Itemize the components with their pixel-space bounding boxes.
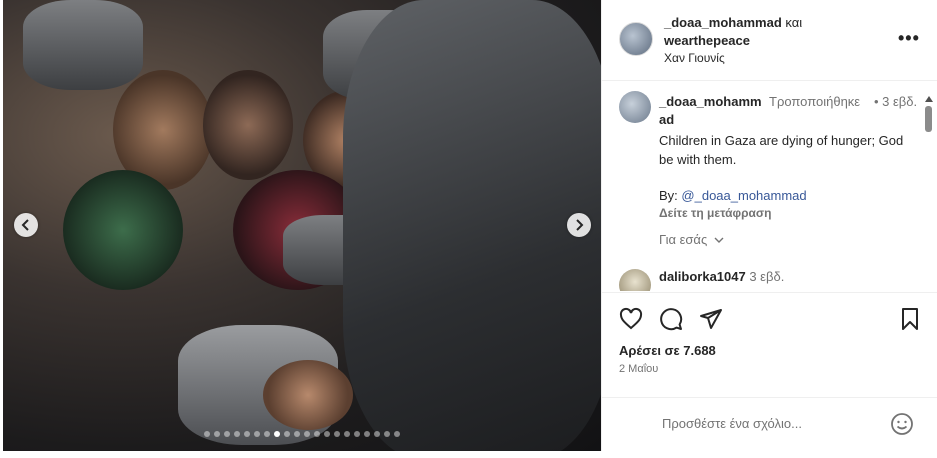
carousel-dot xyxy=(264,431,270,437)
collab-username[interactable]: wearthepeace xyxy=(664,33,750,48)
caption-avatar[interactable] xyxy=(619,91,651,123)
commenter-username[interactable]: daliborka1047 xyxy=(659,269,746,284)
carousel-dot xyxy=(274,431,280,437)
chevron-left-icon xyxy=(21,219,29,231)
for-you-toggle[interactable]: Για εσάς xyxy=(659,232,724,247)
author-avatar[interactable] xyxy=(619,22,653,56)
comment-input[interactable]: Προσθέστε ένα σχόλιο... xyxy=(662,416,862,431)
scroll-up-icon[interactable] xyxy=(925,96,933,102)
comment-icon xyxy=(660,308,683,331)
heart-icon xyxy=(619,307,643,330)
comments-scrollbar[interactable] xyxy=(924,96,933,291)
caption-mention-link[interactable]: @_doaa_mohammad xyxy=(681,188,806,203)
carousel-indicator xyxy=(3,431,601,437)
caption-username[interactable]: _doaa_mohammad xyxy=(659,93,764,129)
carousel-dot xyxy=(334,431,340,437)
chevron-right-icon xyxy=(576,219,584,231)
more-options-icon[interactable]: ••• xyxy=(898,28,920,49)
save-button[interactable] xyxy=(898,307,924,333)
carousel-dot xyxy=(324,431,330,437)
carousel-dot xyxy=(364,431,370,437)
caption: _doaa_mohammad Τροποποιήθηκε • 3 εβδ. Ch… xyxy=(659,93,917,221)
carousel-dot xyxy=(354,431,360,437)
scrollbar-thumb[interactable] xyxy=(925,106,932,132)
carousel-dot xyxy=(304,431,310,437)
bookmark-icon xyxy=(902,308,918,330)
edited-label: Τροποποιήθηκε xyxy=(769,94,861,109)
emoji-icon[interactable] xyxy=(890,412,914,436)
carousel-dot xyxy=(284,431,290,437)
post-location[interactable]: Χαν Γιουνίς xyxy=(664,51,725,65)
comment-time[interactable]: 3 εβδ. xyxy=(749,269,784,284)
author-username[interactable]: _doaa_mohammad xyxy=(664,15,782,30)
carousel-dot xyxy=(234,431,240,437)
carousel-dot xyxy=(314,431,320,437)
previous-photo-button[interactable] xyxy=(14,213,38,237)
comments-section: _doaa_mohammad Τροποποιήθηκε • 3 εβδ. Ch… xyxy=(602,81,937,291)
chevron-down-icon xyxy=(714,237,724,243)
carousel-dot xyxy=(374,431,380,437)
carousel-dot xyxy=(394,431,400,437)
carousel-dot xyxy=(224,431,230,437)
post-side-panel: _doaa_mohammad και wearthepeace Χαν Γιου… xyxy=(601,0,937,451)
send-icon xyxy=(700,309,722,329)
caption-text: Children in Gaza are dying of hunger; Go… xyxy=(659,133,904,167)
comment-item: daliborka1047 3 εβδ. xyxy=(659,269,784,284)
carousel-dot xyxy=(344,431,350,437)
next-photo-button[interactable] xyxy=(567,213,591,237)
caption-by-label: By: xyxy=(659,188,678,203)
post-date[interactable]: 2 Μαΐου xyxy=(619,363,658,375)
commenter-avatar[interactable] xyxy=(619,269,651,291)
carousel-dot xyxy=(204,431,210,437)
post-photo xyxy=(3,0,601,451)
post-actions: Αρέσει σε 7.688 2 Μαΐου Προσθέστε ένα σχ… xyxy=(602,292,937,453)
carousel-dot xyxy=(254,431,260,437)
carousel-dot xyxy=(384,431,390,437)
for-you-label: Για εσάς xyxy=(659,232,708,247)
see-translation-button[interactable]: Δείτε τη μετάφραση xyxy=(659,205,909,221)
carousel-dot xyxy=(244,431,250,437)
add-comment-bar: Προσθέστε ένα σχόλιο... xyxy=(602,397,937,453)
caption-time[interactable]: • 3 εβδ. xyxy=(874,93,917,111)
comment-button[interactable] xyxy=(659,307,685,333)
like-button[interactable] xyxy=(619,307,645,333)
post-header: _doaa_mohammad και wearthepeace Χαν Γιου… xyxy=(602,0,937,81)
collab-connector: και xyxy=(785,15,803,30)
carousel-dot xyxy=(214,431,220,437)
share-button[interactable] xyxy=(699,307,725,333)
carousel-dot xyxy=(294,431,300,437)
post-dialog: _doaa_mohammad και wearthepeace Χαν Γιου… xyxy=(0,0,937,458)
likes-count[interactable]: Αρέσει σε 7.688 xyxy=(619,343,716,358)
